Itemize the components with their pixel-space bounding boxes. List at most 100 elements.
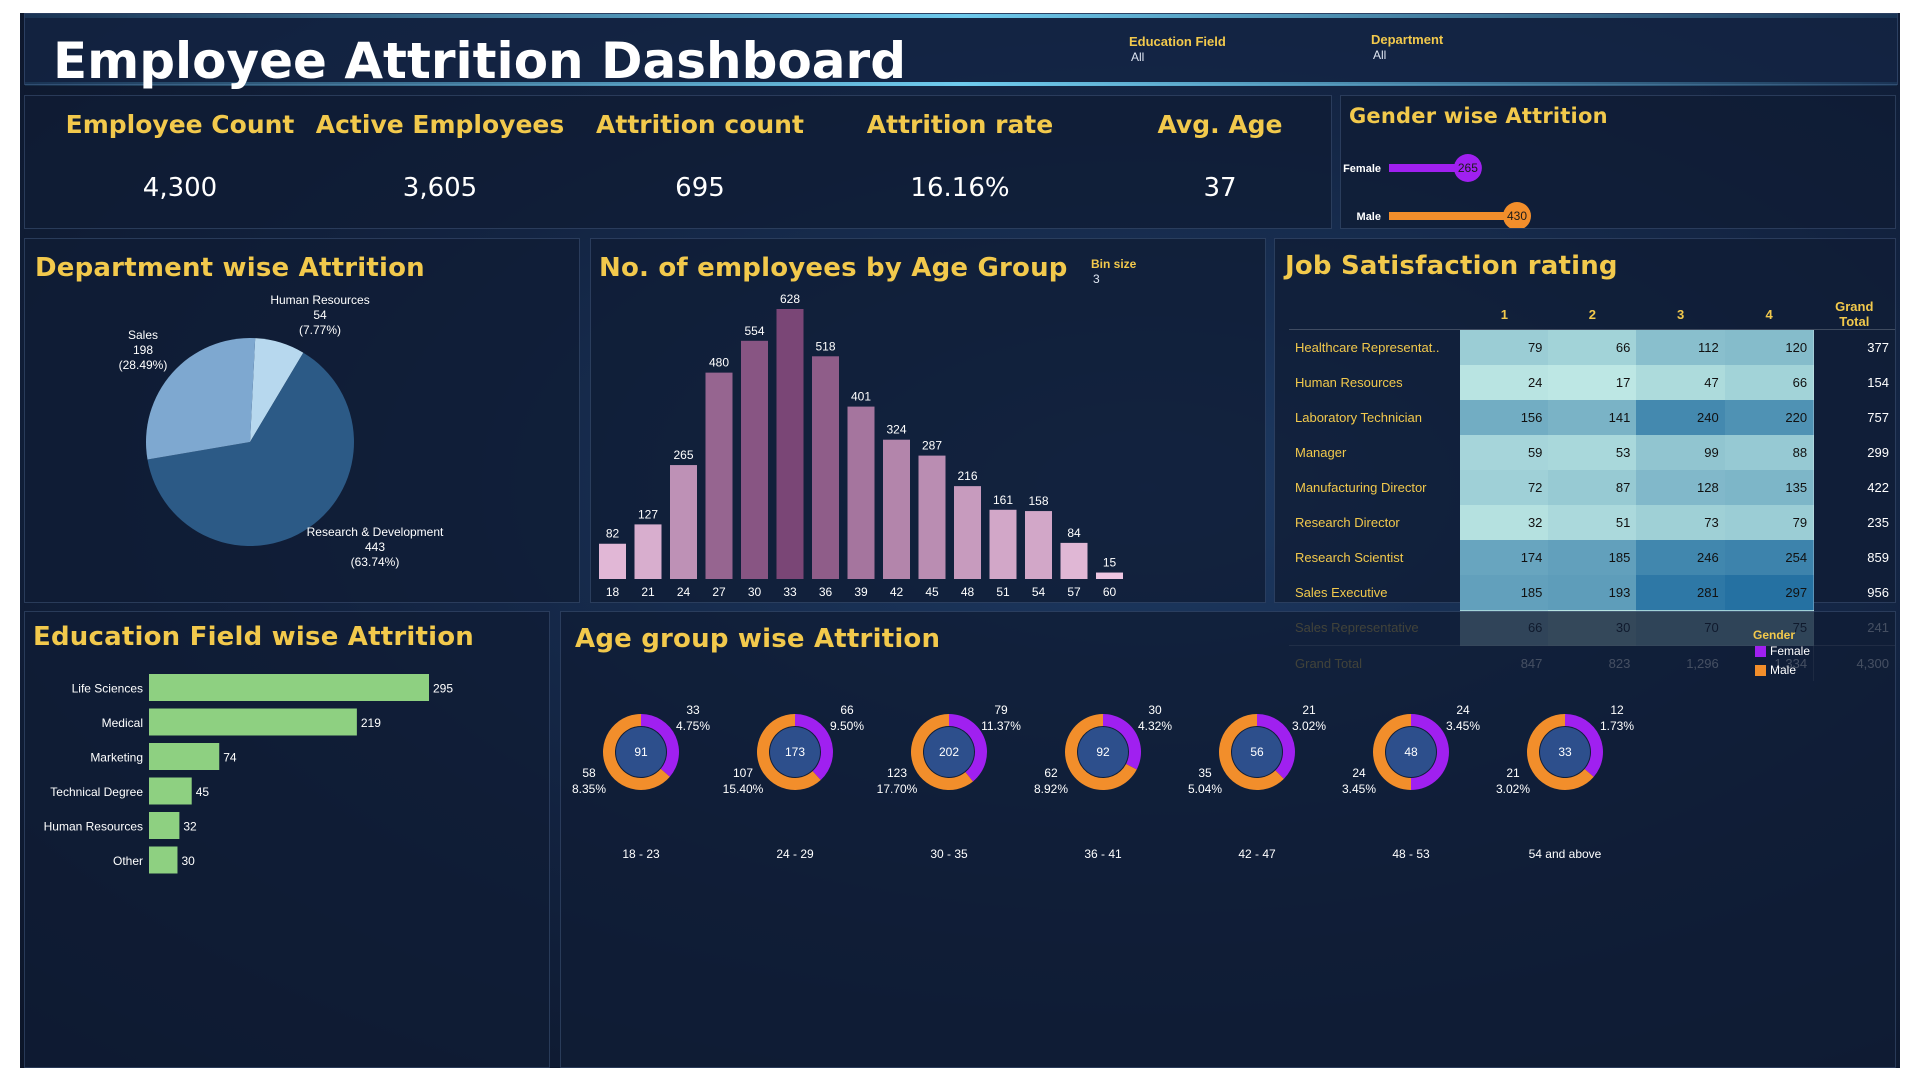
histogram-bar (634, 524, 662, 579)
table-header-row: 1 2 3 4 Grand Total (1289, 299, 1895, 330)
histogram-tick-label: 45 (925, 585, 939, 599)
histogram-bar (776, 309, 804, 579)
donut-group-label: 18 - 23 (622, 847, 660, 861)
page-title: Employee Attrition Dashboard (53, 32, 906, 90)
donut-total-label: 56 (1250, 745, 1264, 759)
table-cell: 47 (1636, 365, 1725, 400)
histogram-bar (599, 543, 626, 579)
gender-label: Male (1357, 211, 1381, 223)
histogram-value-label: 161 (993, 493, 1013, 507)
donut-group-label: 54 and above (1529, 847, 1602, 861)
row-total: 154 (1813, 365, 1895, 400)
histogram-tick-label: 60 (1103, 585, 1117, 599)
donut-male-pct: 3.02% (1496, 782, 1530, 796)
table-row: Manager 59 53 99 88 299 (1289, 435, 1895, 470)
histogram-bar (883, 439, 910, 579)
filter-value-department[interactable]: All (1373, 48, 1386, 62)
table-cell: 72 (1460, 470, 1549, 505)
job-satisfaction-panel: Job Satisfaction rating 1 2 3 4 Grand To… (1274, 238, 1896, 681)
table-cell: 246 (1636, 540, 1725, 575)
education-value-label: 74 (223, 751, 237, 765)
job-satisfaction-title: Job Satisfaction rating (1285, 251, 1618, 281)
donut-total-label: 92 (1096, 745, 1110, 759)
histogram-value-label: 265 (673, 448, 693, 462)
education-attrition-panel: Education Field wise Attrition Life Scie… (24, 611, 550, 1068)
histogram-tick-label: 30 (748, 585, 762, 599)
department-slice-label: Sales (128, 328, 158, 342)
donut-female-pct: 3.45% (1446, 719, 1480, 733)
row-total: 757 (1813, 400, 1895, 435)
table-cell: 59 (1460, 435, 1549, 470)
donut-total-label: 48 (1404, 745, 1418, 759)
table-row: Sales Executive 185 193 281 297 956 (1289, 575, 1895, 610)
education-bar-chart: Life Sciences 295 Medical 219 Marketing 74 Tec… (44, 674, 453, 874)
row-total: 235 (1813, 505, 1895, 540)
row-label: Laboratory Technician (1295, 410, 1422, 425)
row-label: Sales Executive (1295, 585, 1388, 600)
table-cell: 66 (1548, 329, 1637, 365)
table-cell: 88 (1724, 435, 1814, 470)
dashboard: Employee Attrition Dashboard Education F… (20, 13, 1900, 1068)
donut-group-label: 24 - 29 (776, 847, 814, 861)
donut-male-value: 35 (1198, 766, 1212, 780)
histogram-value-label: 628 (780, 292, 800, 306)
education-category-label: Other (113, 854, 143, 868)
department-slice-value: 54 (313, 308, 327, 322)
donut-female-value: 66 (840, 703, 854, 717)
table-cell: 17 (1548, 365, 1637, 400)
table-row: Research Scientist 174 185 246 254 859 (1289, 540, 1895, 575)
row-label: Healthcare Representat.. (1295, 340, 1440, 355)
row-label: Manager (1295, 445, 1347, 460)
donut-female-pct: 4.75% (676, 719, 710, 733)
table-cell: 24 (1460, 365, 1549, 400)
table-cell: 112 (1636, 329, 1725, 365)
department-slice-label: Research & Development (307, 525, 444, 539)
department-pie-chart: Human Resources54(7.77%) Research & Devel… (119, 293, 444, 569)
histogram-tick-label: 21 (641, 585, 655, 599)
histogram-tick-label: 57 (1067, 585, 1081, 599)
table-cell: 240 (1636, 400, 1725, 435)
histogram-tick-label: 24 (677, 585, 691, 599)
department-slice-label: Human Resources (270, 293, 369, 307)
gender-value-label: 265 (1458, 161, 1478, 175)
donut-female-pct: 1.73% (1600, 719, 1634, 733)
table-cell: 135 (1724, 470, 1814, 505)
donut-male-pct: 17.70% (877, 782, 918, 796)
donut-female-pct: 9.50% (830, 719, 864, 733)
pie-slice (146, 338, 256, 460)
row-label: Research Director (1295, 515, 1400, 530)
donut-male-value: 24 (1352, 766, 1366, 780)
donut-total-label: 91 (634, 745, 648, 759)
kpi-value: 37 (1203, 173, 1237, 203)
education-category-label: Medical (102, 716, 143, 730)
table-cell: 53 (1548, 435, 1637, 470)
table-cell: 120 (1724, 329, 1814, 365)
donut-female-pct: 3.02% (1292, 719, 1326, 733)
kpi-avg-age: Avg. Age 37 (1065, 96, 1375, 203)
education-bar (149, 777, 192, 805)
histogram-value-label: 127 (638, 507, 658, 521)
education-bar (149, 743, 220, 770)
table-row: Manufacturing Director 72 87 128 135 422 (1289, 470, 1895, 505)
filter-label-education[interactable]: Education Field (1129, 34, 1226, 49)
table-cell: 281 (1636, 575, 1725, 610)
histogram-value-label: 287 (922, 439, 942, 453)
histogram-value-label: 401 (851, 390, 871, 404)
donut-total-label: 173 (785, 745, 805, 759)
filter-label-department[interactable]: Department (1371, 32, 1443, 47)
donut-male-value: 58 (582, 766, 596, 780)
table-cell: 79 (1460, 329, 1549, 365)
table-header-cell: 2 (1548, 299, 1637, 330)
donut-female-value: 30 (1148, 703, 1162, 717)
histogram-tick-label: 51 (996, 585, 1010, 599)
education-category-label: Marketing (90, 751, 143, 765)
histogram-bar (812, 356, 839, 579)
department-slice-pct: (63.74%) (351, 555, 400, 569)
histogram-value-label: 518 (815, 339, 835, 353)
histogram-bar (741, 340, 768, 579)
table-header-cell: 3 (1636, 299, 1725, 330)
filter-value-education[interactable]: All (1131, 50, 1144, 64)
donut-group-label: 48 - 53 (1392, 847, 1430, 861)
donut-female-value: 12 (1610, 703, 1624, 717)
table-header-corner (1289, 299, 1461, 330)
